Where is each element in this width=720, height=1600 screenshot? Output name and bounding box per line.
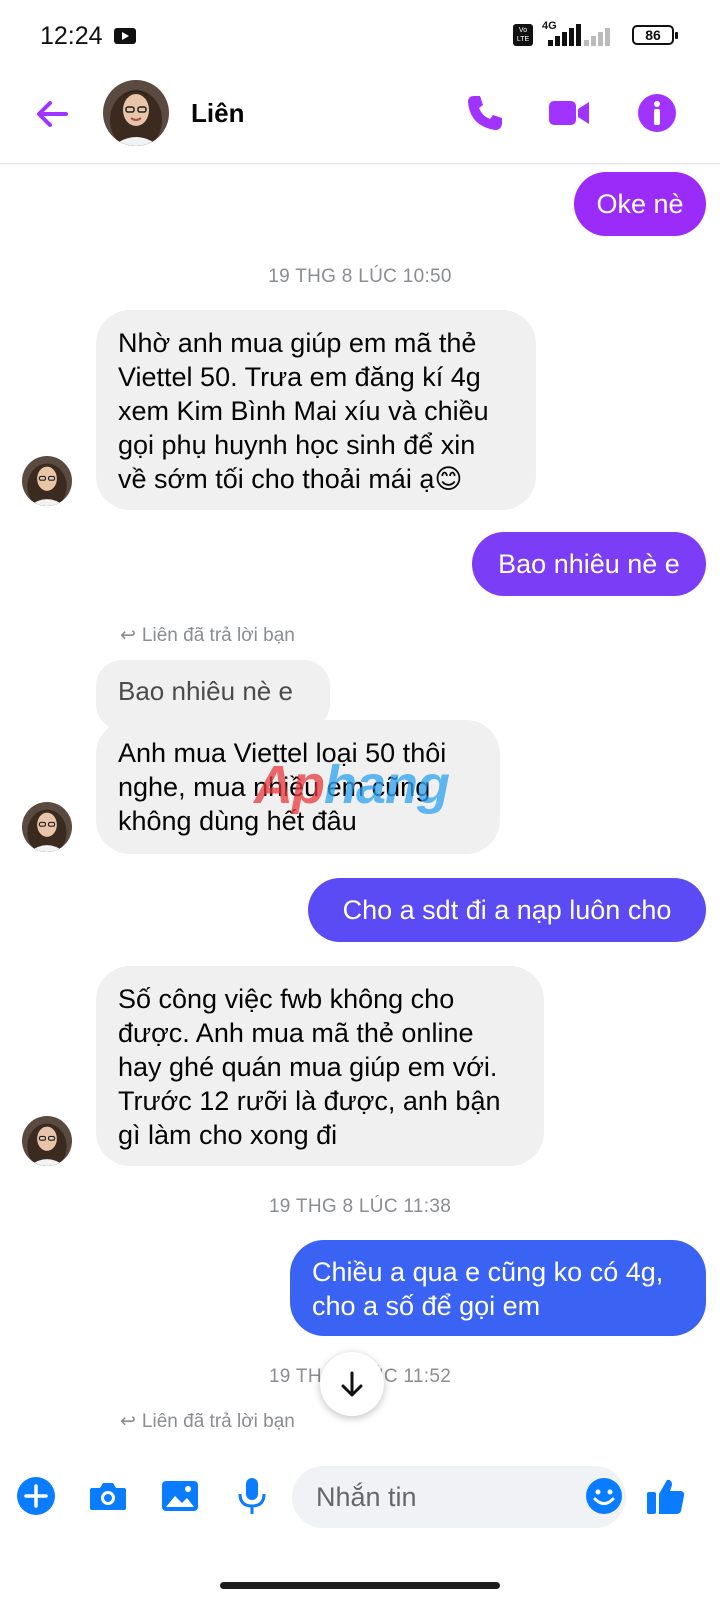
reply-arrow-icon: ↩ — [120, 1411, 136, 1432]
watermark-logo: Aphang — [254, 754, 450, 816]
camera-icon[interactable] — [86, 1474, 130, 1518]
message-list[interactable]: Oke nè 19 THG 8 LÚC 10:50 Nhờ anh mua gi… — [0, 164, 720, 1472]
message-line: Số công việc fwb không cho — [118, 984, 455, 1014]
arrow-down-icon — [341, 1371, 363, 1397]
message-line: Chiều a qua e cũng ko có 4g, — [312, 1257, 664, 1287]
thumbs-up-icon[interactable] — [644, 1474, 688, 1518]
battery-indicator: 86 — [632, 25, 678, 45]
timestamp: 19 THG 8 LÚC 10:50 — [268, 266, 452, 287]
message-line: Trước 12 rưỡi là được, anh bận — [118, 1086, 501, 1116]
reply-indicator-text: Liên đã trả lời bạn — [141, 1411, 295, 1432]
video-call-icon[interactable] — [546, 90, 592, 136]
message-line: xem Kim Bình Mai xíu và chiều — [118, 396, 489, 426]
quoted-text: Bao nhiêu nè e — [118, 676, 293, 706]
signal-2-icon — [584, 24, 620, 46]
chat-header: Liên — [0, 72, 720, 164]
gallery-icon[interactable] — [158, 1474, 202, 1518]
phone-call-icon[interactable] — [462, 90, 508, 136]
message-text: Cho a sdt đi a nạp luôn cho — [342, 895, 672, 925]
home-indicator[interactable] — [220, 1582, 500, 1589]
sender-avatar[interactable] — [22, 1116, 72, 1166]
contact-avatar[interactable] — [103, 80, 169, 146]
message-line: được. Anh mua mã thẻ online — [118, 1018, 474, 1048]
watermark-part-b: hang — [323, 755, 450, 815]
volte-icon: Vo LTE — [513, 24, 533, 46]
watermark-part-a: Ap — [254, 755, 325, 815]
message-line: gì làm cho xong đi — [118, 1120, 338, 1150]
emoji-icon[interactable] — [584, 1476, 624, 1516]
microphone-icon[interactable] — [230, 1474, 274, 1518]
message-text: Oke nè — [596, 189, 684, 219]
timestamp: 19 THG 8 LÚC 11:38 — [268, 1196, 452, 1217]
reply-arrow-icon: ↩ — [120, 625, 136, 646]
reply-indicator-text: Liên đã trả lời bạn — [141, 625, 295, 646]
status-time: 12:24 — [40, 22, 103, 50]
message-composer — [0, 1456, 720, 1546]
message-line: Viettel 50. Trưa em đăng kí 4g — [118, 362, 481, 392]
reply-indicator: ↩ Liên đã trả lời bạn — [120, 1410, 295, 1433]
message-line: cho a số để gọi em — [312, 1291, 541, 1321]
outgoing-message[interactable]: Cho a sdt đi a nạp luôn cho — [308, 878, 706, 942]
message-text: Bao nhiêu nè e — [498, 549, 680, 579]
back-arrow-icon[interactable] — [30, 92, 74, 136]
plus-icon[interactable] — [14, 1474, 58, 1518]
message-line: về sớm tối cho thoải mái ạ😊 — [118, 464, 463, 494]
outgoing-message[interactable]: Oke nè — [574, 172, 706, 236]
outgoing-message[interactable]: Chiều a qua e cũng ko có 4g, cho a số để… — [290, 1240, 706, 1336]
incoming-message[interactable]: Số công việc fwb không cho được. Anh mua… — [96, 966, 544, 1166]
reply-indicator: ↩ Liên đã trả lời bạn — [120, 624, 295, 647]
status-bar: 12:24 Vo LTE 4G 86 — [0, 0, 720, 72]
outgoing-message[interactable]: Bao nhiêu nè e — [472, 532, 706, 596]
signal-strength-icon — [548, 24, 584, 46]
scroll-to-bottom-button[interactable] — [320, 1352, 384, 1416]
youtube-notification-icon — [114, 28, 136, 44]
contact-name[interactable]: Liên — [191, 98, 244, 129]
info-icon[interactable] — [634, 90, 680, 136]
incoming-message[interactable]: Nhờ anh mua giúp em mã thẻ Viettel 50. T… — [96, 310, 536, 510]
sender-avatar[interactable] — [22, 456, 72, 506]
message-line: Nhờ anh mua giúp em mã thẻ — [118, 328, 477, 358]
message-line: gọi phụ huynh học sinh để xin — [118, 430, 476, 460]
message-line: hay ghé quán mua giúp em với. — [118, 1052, 498, 1082]
message-input[interactable] — [292, 1466, 626, 1528]
sender-avatar[interactable] — [22, 802, 72, 852]
